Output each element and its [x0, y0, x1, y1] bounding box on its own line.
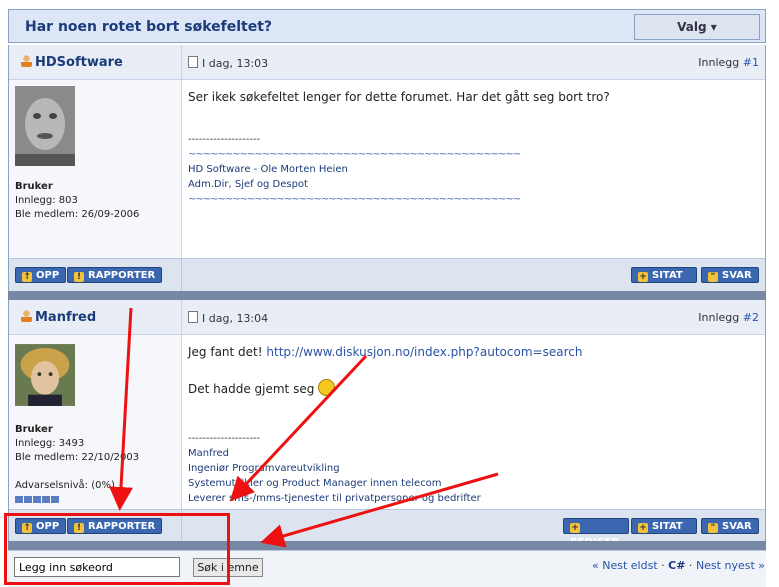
- annotation-arrow: [260, 472, 499, 548]
- annotation-arrow: [229, 354, 368, 502]
- annotation-arrow: [109, 307, 133, 511]
- annotation-arrows: [109, 307, 499, 548]
